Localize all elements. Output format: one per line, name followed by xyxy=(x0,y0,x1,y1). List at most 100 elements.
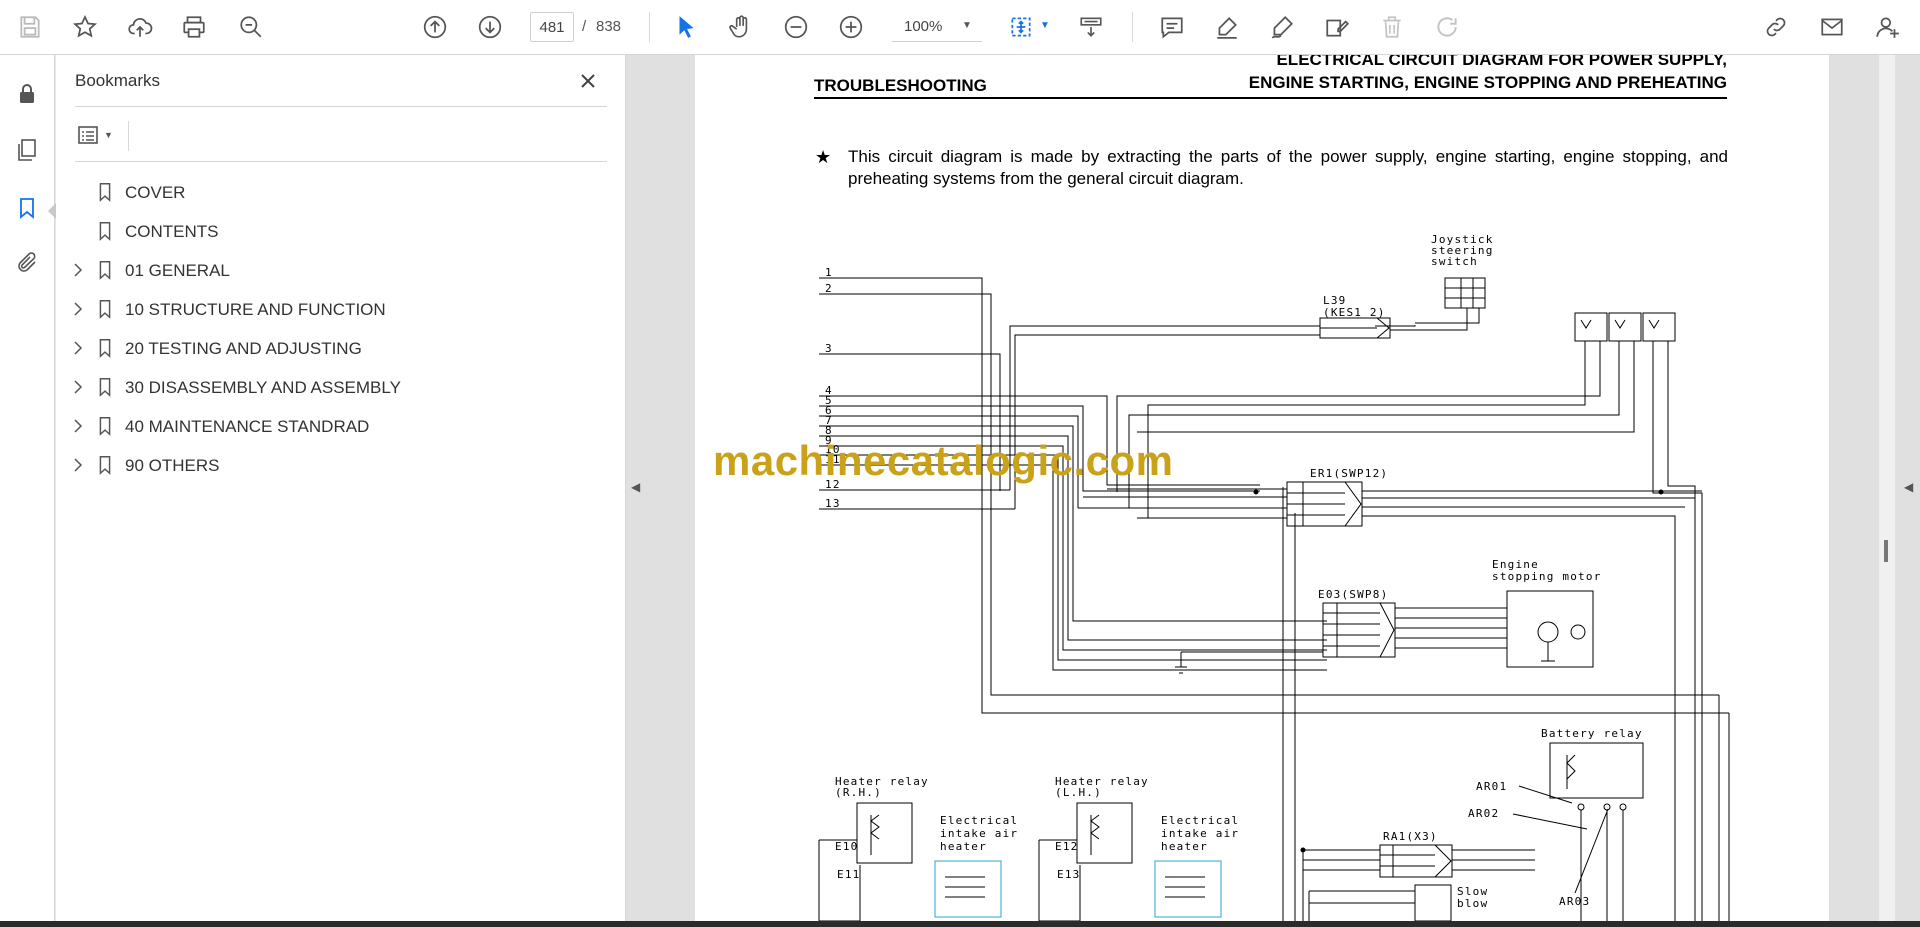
heater-relay-rh: Heater relay (R.H.) Electrical intake ai… xyxy=(818,775,1018,921)
er1-label: ER1(SWP12) xyxy=(1310,467,1388,480)
circuit-diagram: 1 2 3 4 5 6 7 8 9 10 11 12 13 L39 (KES1 … xyxy=(818,233,1730,921)
close-icon[interactable] xyxy=(576,69,600,93)
chevron-right-icon[interactable] xyxy=(70,340,86,356)
bookmark-icon xyxy=(99,261,111,280)
hand-tool-icon[interactable] xyxy=(725,11,757,43)
pdf-page: ELECTRICAL CIRCUIT DIAGRAM FOR POWER SUP… xyxy=(695,55,1829,921)
ar02-label: AR02 xyxy=(1468,807,1499,820)
bookmarks-panel-title: Bookmarks xyxy=(75,71,161,90)
star-icon[interactable] xyxy=(69,11,101,43)
bookmark-icon xyxy=(99,222,111,241)
redo-icon[interactable] xyxy=(1431,11,1463,43)
share-link-icon[interactable] xyxy=(1760,11,1792,43)
comment-icon[interactable] xyxy=(1156,11,1188,43)
highlight-icon[interactable] xyxy=(1211,11,1243,43)
bookmark-panel-icon[interactable] xyxy=(12,193,42,223)
chevron-right-icon[interactable] xyxy=(70,262,86,278)
wire-number: 1 xyxy=(825,266,833,279)
battery-relay-label: Battery relay xyxy=(1541,727,1643,740)
slow-blow-fuse: Slow blow xyxy=(1309,884,1488,921)
bookmark-item-disassembly-and-assembly[interactable]: 30 DISASSEMBLY AND ASSEMBLY xyxy=(56,368,626,407)
email-icon[interactable] xyxy=(1816,11,1848,43)
print-icon[interactable] xyxy=(178,11,210,43)
main-bus-wires xyxy=(1282,487,1730,921)
left-navigation-rail xyxy=(0,55,55,927)
chevron-right-icon[interactable] xyxy=(70,457,86,473)
pages-thumbnails-icon[interactable] xyxy=(12,135,42,165)
bookmark-label: 30 DISASSEMBLY AND ASSEMBLY xyxy=(125,378,401,397)
ra1-connector: RA1(X3) xyxy=(1300,830,1535,878)
intake-heater-lh-label-3: heater xyxy=(1161,840,1208,853)
bookmark-label: COVER xyxy=(125,183,186,202)
edit-text-icon[interactable] xyxy=(1321,11,1353,43)
intake-heater-rh-label-3: heater xyxy=(940,840,987,853)
wire-number: 13 xyxy=(825,497,841,510)
scroll-mode-icon[interactable] xyxy=(1075,11,1107,43)
toolbar: 481 / 838 100% ▼ ▼ xyxy=(0,0,1920,55)
bookmark-list: COVER CONTENTS 01 GENERAL 10 STRUCTURE A… xyxy=(56,173,626,485)
e10-label: E10 xyxy=(835,840,858,853)
cloud-upload-icon[interactable] xyxy=(124,11,156,43)
chevron-down-icon[interactable]: ▼ xyxy=(1040,20,1050,31)
chevron-down-icon[interactable]: ▼ xyxy=(962,20,972,31)
bookmark-options-button[interactable]: ▼ xyxy=(76,121,120,149)
previous-page-icon[interactable] xyxy=(419,11,451,43)
chevron-right-icon[interactable] xyxy=(70,418,86,434)
lock-icon[interactable] xyxy=(12,79,42,109)
heater-rh-label-2: (R.H.) xyxy=(835,786,882,799)
l39-sub-label: (KES1 2) xyxy=(1323,306,1386,319)
bookmark-label: 20 TESTING AND ADJUSTING xyxy=(125,339,362,358)
expand-panel-right-icon[interactable]: ◀ xyxy=(1904,480,1913,494)
collapse-panel-left-icon[interactable]: ◀ xyxy=(631,480,640,494)
toolbar-divider xyxy=(649,12,650,42)
chevron-right-icon[interactable] xyxy=(70,301,86,317)
intake-heater-lh-label-1: Electrical xyxy=(1161,814,1239,827)
bookmark-item-general[interactable]: 01 GENERAL xyxy=(56,251,626,290)
bookmark-item-structure-and-function[interactable]: 10 STRUCTURE AND FUNCTION xyxy=(56,290,626,329)
draw-signature-icon[interactable] xyxy=(1266,11,1298,43)
account-icon[interactable] xyxy=(1872,11,1904,43)
taskbar-strip xyxy=(0,921,1920,927)
save-icon[interactable] xyxy=(14,11,46,43)
divider xyxy=(75,106,607,107)
zoom-in-icon[interactable] xyxy=(835,11,867,43)
bookmarks-panel: Bookmarks ▼ COVER CONTENTS 01 GENERAL 10… xyxy=(56,55,626,927)
bookmark-icon xyxy=(99,378,111,397)
e11-label: E11 xyxy=(837,868,860,881)
e03-label: E03(SWP8) xyxy=(1318,588,1388,601)
chevron-right-icon[interactable] xyxy=(70,379,86,395)
intake-heater-rh-label-2: intake air xyxy=(940,827,1018,840)
vertical-scrollbar[interactable] xyxy=(1879,55,1895,921)
divider xyxy=(128,121,129,151)
bookmark-label: CONTENTS xyxy=(125,222,219,241)
search-zoom-icon[interactable] xyxy=(235,11,267,43)
zoom-out-icon[interactable] xyxy=(780,11,812,43)
bookmark-item-contents[interactable]: CONTENTS xyxy=(56,212,626,251)
divider xyxy=(75,161,607,162)
delete-icon[interactable] xyxy=(1376,11,1408,43)
slow-blow-label-2: blow xyxy=(1457,897,1488,910)
next-page-icon[interactable] xyxy=(474,11,506,43)
bookmark-icon xyxy=(99,456,111,475)
bookmark-icon xyxy=(99,339,111,358)
bookmark-label: 10 STRUCTURE AND FUNCTION xyxy=(125,300,386,319)
wire-number: 3 xyxy=(825,342,833,355)
bookmark-item-cover[interactable]: COVER xyxy=(56,173,626,212)
wire-number: 2 xyxy=(825,282,833,295)
bookmark-label: 40 MAINTENANCE STANDRAD xyxy=(125,417,370,436)
page-number-input[interactable]: 481 xyxy=(530,12,574,42)
bookmark-label: 90 OTHERS xyxy=(125,456,220,475)
fit-page-icon[interactable] xyxy=(1005,11,1037,43)
scrollbar-thumb[interactable] xyxy=(1884,540,1888,562)
bookmark-item-others[interactable]: 90 OTHERS xyxy=(56,446,626,485)
bookmark-item-maintenance-standard[interactable]: 40 MAINTENANCE STANDRAD xyxy=(56,407,626,446)
bookmark-label: 01 GENERAL xyxy=(125,261,230,280)
chevron-down-icon: ▼ xyxy=(104,130,113,140)
attachment-icon[interactable] xyxy=(12,248,42,278)
select-cursor-icon[interactable] xyxy=(670,11,702,43)
watermark-text: machinecatalogic.com xyxy=(713,437,1174,484)
bookmark-item-testing-and-adjusting[interactable]: 20 TESTING AND ADJUSTING xyxy=(56,329,626,368)
e12-label: E12 xyxy=(1055,840,1078,853)
bookmark-icon xyxy=(99,300,111,319)
page-separator: / xyxy=(582,18,587,35)
